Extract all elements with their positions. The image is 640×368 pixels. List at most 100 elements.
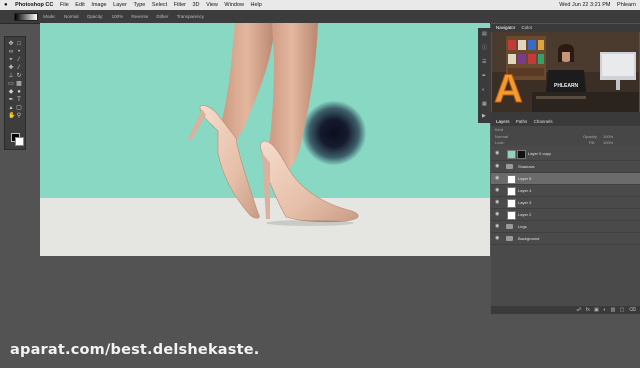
link-layers-icon[interactable]: ☍ — [576, 307, 581, 313]
lasso-tool-icon[interactable]: ∞ — [8, 49, 14, 55]
layer-name[interactable]: Layer 2 — [518, 209, 531, 220]
menu-image[interactable]: Image — [91, 0, 106, 10]
adjustment-layer-icon[interactable]: ◐ — [603, 307, 606, 313]
gradient-tool-icon[interactable]: ▩ — [16, 81, 22, 87]
menu-layer[interactable]: Layer — [113, 0, 127, 10]
history-panel-icon[interactable]: ▤ — [482, 32, 487, 37]
layer-thumbnail — [507, 175, 516, 184]
gradient-picker[interactable] — [14, 12, 38, 21]
apple-icon[interactable]: ● — [4, 0, 8, 10]
layer-row-legs-group[interactable]: ◉ Legs — [491, 221, 640, 233]
layer-row-layer-4[interactable]: ◉ Layer 4 — [491, 185, 640, 197]
reverse-checkbox[interactable]: Reverse — [131, 10, 148, 23]
crop-tool-icon[interactable]: ⌖ — [8, 57, 14, 63]
clone-stamp-icon[interactable]: ⊥ — [8, 73, 14, 79]
history-brush-icon[interactable]: ↻ — [16, 73, 22, 79]
layer-name[interactable]: Background — [518, 233, 539, 244]
adjustments-panel-icon[interactable]: ◐ — [482, 88, 487, 93]
tab-channels[interactable]: Channels — [534, 119, 553, 124]
menu-edit[interactable]: Edit — [75, 0, 84, 10]
menu-file[interactable]: File — [60, 0, 69, 10]
legs-with-heels-image — [188, 23, 359, 226]
folder-icon — [506, 236, 513, 241]
layer-row-layer-3[interactable]: ◉ Layer 3 — [491, 197, 640, 209]
visibility-eye-icon[interactable]: ◉ — [495, 197, 499, 208]
move-tool-icon[interactable]: ✥ — [8, 41, 14, 47]
menu-help[interactable]: Help — [251, 0, 262, 10]
brush-panel-icon[interactable]: ✒ — [482, 74, 487, 79]
layer-thumbnail — [507, 150, 516, 159]
menu-select[interactable]: Select — [152, 0, 167, 10]
mode-label: Mode: — [43, 14, 56, 19]
menu-view[interactable]: View — [206, 0, 218, 10]
hand-tool-icon[interactable]: ✋ — [8, 113, 15, 119]
layer-name[interactable]: Layer 4 — [518, 185, 531, 196]
zoom-tool-icon[interactable]: ⚲ — [16, 113, 22, 119]
tab-paths[interactable]: Paths — [516, 119, 528, 124]
styles-panel-icon[interactable]: ▦ — [482, 102, 487, 107]
menu-app-name[interactable]: Photoshop CC — [15, 0, 53, 10]
brush-tool-icon[interactable]: ⁄ — [16, 65, 22, 71]
menu-filter[interactable]: Filter — [174, 0, 186, 10]
actions-panel-icon[interactable]: ▶ — [482, 114, 487, 119]
quick-select-icon[interactable]: • — [16, 49, 22, 55]
layer-row-layer-5[interactable]: ◉ Layer 5 — [491, 173, 640, 185]
document-canvas[interactable] — [40, 23, 490, 256]
dodge-tool-icon[interactable]: ● — [16, 89, 22, 95]
visibility-eye-icon[interactable]: ◉ — [495, 148, 499, 159]
new-group-icon[interactable]: ▧ — [611, 307, 616, 313]
menu-type[interactable]: Type — [133, 0, 145, 10]
filter-kind-select[interactable]: Kind — [495, 127, 503, 132]
instructor-video-frame: A PHLEARN — [492, 32, 639, 112]
eraser-tool-icon[interactable]: ▭ — [8, 81, 14, 87]
type-tool-icon[interactable]: T — [16, 97, 22, 103]
layer-name[interactable]: Legs — [518, 221, 527, 232]
blend-mode-select[interactable]: Normal — [495, 134, 508, 139]
menu-3d[interactable]: 3D — [193, 0, 200, 10]
visibility-eye-icon[interactable]: ◉ — [495, 209, 499, 220]
mode-select[interactable]: Normal — [64, 10, 79, 23]
user-name[interactable]: Phlearn — [617, 2, 636, 8]
svg-text:A: A — [494, 67, 523, 111]
menu-window[interactable]: Window — [224, 0, 244, 10]
blur-tool-icon[interactable]: ◆ — [8, 89, 14, 95]
layer-row-layer-2[interactable]: ◉ Layer 2 — [491, 209, 640, 221]
marquee-tool-icon[interactable]: □ — [16, 41, 22, 47]
layer-name[interactable]: Shadows — [518, 161, 534, 172]
tab-layers[interactable]: Layers — [496, 119, 510, 124]
properties-panel-icon[interactable]: ☰ — [482, 60, 487, 65]
info-panel-icon[interactable]: ⓘ — [482, 46, 487, 51]
shape-tool-icon[interactable]: ▢ — [16, 105, 22, 111]
layer-name[interactable]: Layer 5 — [518, 173, 531, 184]
transparency-checkbox[interactable]: Transparency — [177, 10, 204, 23]
path-select-icon[interactable]: ▴ — [8, 105, 14, 111]
layer-row-background-group[interactable]: ◉ Background — [491, 233, 640, 245]
collapsed-panel-dock: ▤ ⓘ ☰ ✒ ◐ ▦ ▶ — [478, 28, 491, 123]
layer-mask-thumbnail[interactable] — [517, 150, 526, 159]
new-layer-icon[interactable]: ▢ — [620, 307, 625, 313]
background-color-swatch[interactable] — [15, 137, 24, 146]
visibility-eye-icon[interactable]: ◉ — [495, 185, 499, 196]
layer-opacity-field[interactable]: 100% — [603, 134, 613, 139]
add-mask-icon[interactable]: ▣ — [594, 307, 599, 313]
healing-brush-icon[interactable]: ✚ — [8, 65, 14, 71]
svg-text:PHLEARN: PHLEARN — [554, 83, 579, 89]
visibility-eye-icon[interactable]: ◉ — [495, 161, 499, 172]
visibility-eye-icon[interactable]: ◉ — [495, 173, 499, 184]
opacity-field[interactable]: 100% — [112, 10, 124, 23]
layer-row-shadows-group[interactable]: ◉ Shadows — [491, 161, 640, 173]
opacity-label: Opacity: — [86, 14, 104, 19]
eyedropper-icon[interactable]: ⁄ — [16, 57, 22, 63]
layer-row-layer-0-copy[interactable]: ◉ Layer 0 copy — [491, 148, 640, 161]
delete-layer-icon[interactable]: ⌫ — [629, 307, 636, 313]
pen-tool-icon[interactable]: ✒ — [8, 97, 14, 103]
tab-navigator[interactable]: Navigator — [496, 25, 515, 30]
visibility-eye-icon[interactable]: ◉ — [495, 221, 499, 232]
layer-name[interactable]: Layer 0 copy — [528, 148, 551, 159]
layer-name[interactable]: Layer 3 — [518, 197, 531, 208]
layer-style-icon[interactable]: fx — [586, 307, 590, 313]
dither-checkbox[interactable]: Dither — [156, 10, 168, 23]
fill-field[interactable]: 100% — [603, 140, 613, 145]
visibility-eye-icon[interactable]: ◉ — [495, 233, 499, 244]
tab-color[interactable]: Color — [522, 25, 533, 30]
